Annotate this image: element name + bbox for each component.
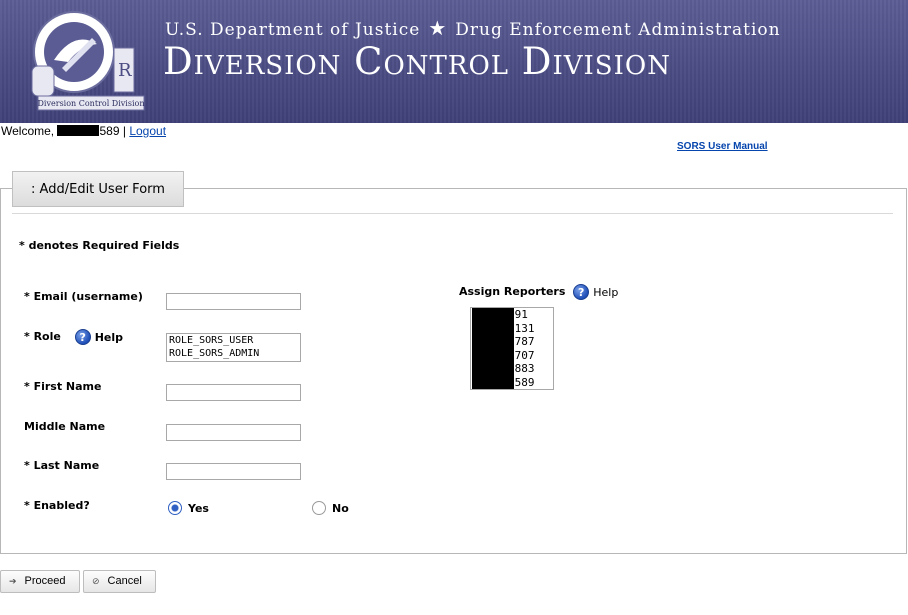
middle-name-label: Middle Name xyxy=(24,420,106,433)
welcome-line: Welcome, 589 | Logout xyxy=(1,124,166,138)
list-item[interactable]: 3787 xyxy=(471,335,553,349)
role-option[interactable]: ROLE_SORS_USER xyxy=(169,334,300,347)
enabled-yes-radio[interactable] xyxy=(168,501,182,515)
separator: | xyxy=(122,124,126,138)
redacted-username-block xyxy=(57,125,100,136)
enabled-label: * Enabled? xyxy=(24,499,90,512)
list-item[interactable]: 691 xyxy=(471,308,553,322)
enabled-yes-label[interactable]: Yes xyxy=(188,502,209,515)
cancel-label: Cancel xyxy=(107,575,142,587)
welcome-prefix: Welcome, xyxy=(1,124,55,138)
enabled-no-radio[interactable] xyxy=(312,501,326,515)
list-item[interactable]: 3131 xyxy=(471,322,553,336)
divider xyxy=(12,213,893,214)
reporters-help-label[interactable]: Help xyxy=(593,286,618,299)
proceed-button[interactable]: ➔ Proceed xyxy=(0,570,80,593)
list-item[interactable]: 3707 xyxy=(471,349,553,363)
list-item[interactable]: 3589 xyxy=(471,376,553,389)
role-label: * Role xyxy=(24,330,61,343)
header-title: Diversion Control Division xyxy=(163,40,671,83)
star-icon: ★ xyxy=(428,16,448,40)
enabled-no-label[interactable]: No xyxy=(332,502,349,515)
last-name-field[interactable] xyxy=(166,463,301,480)
user-manual-link[interactable]: SORS User Manual xyxy=(677,141,768,152)
tab-add-edit-user-form[interactable]: : Add/Edit User Form xyxy=(12,171,184,207)
svg-text:R: R xyxy=(118,60,132,81)
logout-link[interactable]: Logout xyxy=(129,124,166,138)
role-select-list[interactable]: ROLE_SORS_USER ROLE_SORS_ADMIN xyxy=(166,333,301,362)
middle-name-field[interactable] xyxy=(166,424,301,441)
assign-reporters-group: Assign Reporters ? Help xyxy=(459,284,618,300)
role-label-group: * Role ? Help xyxy=(24,329,123,345)
first-name-field[interactable] xyxy=(166,384,301,401)
header-dea-text: Drug Enforcement Administration xyxy=(455,20,781,40)
header-agency-line: U.S. Department of Justice ★ Drug Enforcem… xyxy=(165,16,805,40)
header-banner: R Diversion Control Division U.S. Depart… xyxy=(0,0,908,123)
first-name-label: * First Name xyxy=(24,380,102,393)
username-suffix: 589 xyxy=(99,124,120,138)
required-fields-note: * denotes Required Fields xyxy=(19,239,180,252)
header-doj-text: U.S. Department of Justice xyxy=(165,20,421,40)
last-name-label: * Last Name xyxy=(24,459,100,472)
list-item[interactable]: 0883 xyxy=(471,362,553,376)
role-option[interactable]: ROLE_SORS_ADMIN xyxy=(169,347,300,360)
no-entry-icon: ⊘ xyxy=(92,576,100,586)
assign-reporters-label: Assign Reporters xyxy=(459,285,566,298)
arrow-right-icon: ➔ xyxy=(9,576,17,586)
email-field[interactable] xyxy=(166,293,301,310)
proceed-label: Proceed xyxy=(24,575,66,587)
reporters-select-list[interactable]: 691 3131 3787 3707 0883 3589 xyxy=(470,307,554,390)
role-help-label[interactable]: Help xyxy=(95,331,123,344)
question-circle-icon[interactable]: ? xyxy=(573,284,590,300)
dea-seal-logo: R Diversion Control Division xyxy=(31,11,145,111)
email-label: * Email (username) xyxy=(24,290,143,303)
question-circle-icon[interactable]: ? xyxy=(74,329,91,345)
cancel-button[interactable]: ⊘ Cancel xyxy=(83,570,156,593)
seal-caption: Diversion Control Division xyxy=(38,99,145,108)
